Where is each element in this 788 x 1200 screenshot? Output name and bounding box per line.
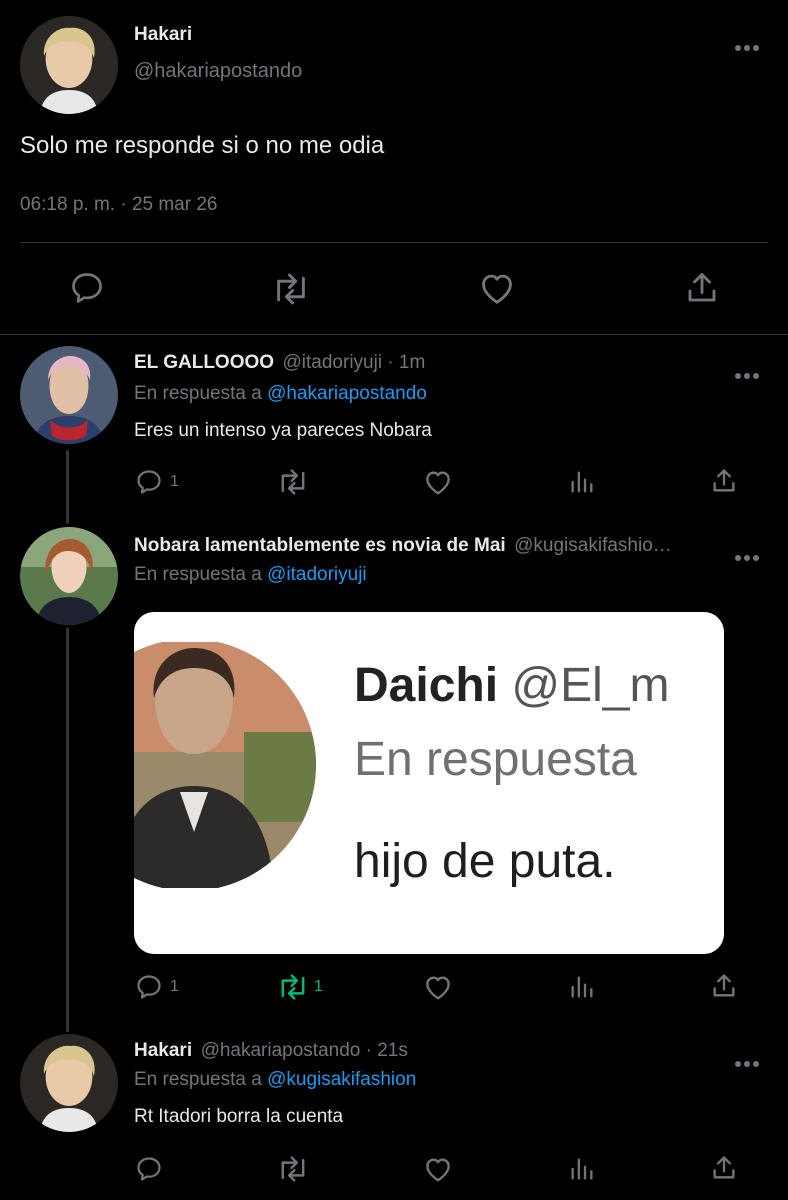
more-icon[interactable] xyxy=(734,1048,760,1074)
media-avatar-image xyxy=(134,642,316,888)
reply-1-display-name[interactable]: EL GALLOOOO xyxy=(134,352,274,373)
reply-1-context: En respuesta a @hakariapostando xyxy=(134,383,427,405)
media-name: Daichi @El_m xyxy=(354,658,669,713)
reply-1-handle-time[interactable]: @itadoriyuji · 1m xyxy=(283,352,426,373)
more-icon[interactable] xyxy=(734,360,760,386)
more-icon[interactable] xyxy=(734,542,760,568)
share-icon[interactable] xyxy=(684,270,720,306)
main-timestamp[interactable]: 06:18 p. m. · 25 mar 26 xyxy=(20,194,218,216)
analytics-icon[interactable] xyxy=(568,973,596,1001)
reply-3-mention[interactable]: @kugisakifashion xyxy=(267,1069,416,1090)
thread-line xyxy=(66,450,69,524)
avatar-el-gallo[interactable] xyxy=(20,346,118,444)
like-icon[interactable] xyxy=(423,468,453,496)
reply-3-display-name[interactable]: Hakari xyxy=(134,1040,192,1061)
reply-3-prefix: En respuesta a xyxy=(134,1069,262,1090)
share-icon[interactable] xyxy=(710,1154,738,1182)
main-handle[interactable]: @hakariapostando xyxy=(134,60,302,83)
analytics-icon[interactable] xyxy=(568,1155,596,1183)
reply-icon[interactable] xyxy=(68,270,106,306)
reply-icon[interactable] xyxy=(135,1155,163,1183)
reply-icon[interactable] xyxy=(135,468,163,496)
reply-1-prefix: En respuesta a xyxy=(134,383,262,404)
main-tweet-text: Solo me responde si o no me odia xyxy=(20,132,385,159)
reply-2-prefix: En respuesta a xyxy=(134,564,262,585)
retweet-icon[interactable] xyxy=(276,973,310,1001)
reply-2-display-name[interactable]: Nobara lamentablemente es novia de Mai xyxy=(134,535,506,556)
reply-2-media[interactable]: Daichi @El_m En respuesta hijo de puta. xyxy=(134,612,724,954)
analytics-icon[interactable] xyxy=(568,468,596,496)
reply-2-header: Nobara lamentablemente es novia de Mai @… xyxy=(134,535,672,557)
avatar-hakari-reply[interactable] xyxy=(20,1034,118,1132)
reply-2-mention[interactable]: @itadoriyuji xyxy=(267,564,367,585)
thread-line xyxy=(66,628,69,1032)
reply-icon[interactable] xyxy=(135,973,163,1001)
like-icon[interactable] xyxy=(478,270,516,306)
media-handle-text: @El_m xyxy=(511,659,670,712)
retweet-icon[interactable] xyxy=(276,1155,310,1183)
media-name-text: Daichi xyxy=(354,659,499,712)
share-icon[interactable] xyxy=(710,972,738,1000)
reply-3-header: Hakari @hakariapostando · 21s xyxy=(134,1040,408,1062)
reply-3-text: Rt Itadori borra la cuenta xyxy=(134,1106,344,1127)
reply-1-text: Eres un intenso ya pareces Nobara xyxy=(134,420,432,441)
like-icon[interactable] xyxy=(423,973,453,1001)
avatar-nobara[interactable] xyxy=(20,527,118,625)
media-reply-line: En respuesta xyxy=(354,733,637,786)
retweet-icon[interactable] xyxy=(270,272,312,306)
more-icon[interactable] xyxy=(734,32,760,58)
reply-1-reply-count: 1 xyxy=(170,473,179,490)
reply-1-mention[interactable]: @hakariapostando xyxy=(267,383,427,404)
avatar-hakari-main[interactable] xyxy=(20,16,118,114)
share-icon[interactable] xyxy=(710,467,738,495)
reply-2-reply-count: 1 xyxy=(170,978,179,995)
reply-3-handle-time[interactable]: @hakariapostando · 21s xyxy=(201,1040,408,1061)
reply-2-handle-time[interactable]: @kugisakifashio… xyxy=(514,535,672,556)
reply-2-context: En respuesta a @itadoriyuji xyxy=(134,564,367,586)
media-body: hijo de puta. xyxy=(354,835,616,888)
reply-3-context: En respuesta a @kugisakifashion xyxy=(134,1069,416,1091)
section-divider xyxy=(0,334,788,335)
main-divider xyxy=(20,242,768,243)
like-icon[interactable] xyxy=(423,1155,453,1183)
reply-1-header: EL GALLOOOO @itadoriyuji · 1m xyxy=(134,352,425,374)
retweet-icon[interactable] xyxy=(276,468,310,496)
main-display-name[interactable]: Hakari xyxy=(134,24,192,46)
reply-2-retweet-count: 1 xyxy=(314,978,323,995)
